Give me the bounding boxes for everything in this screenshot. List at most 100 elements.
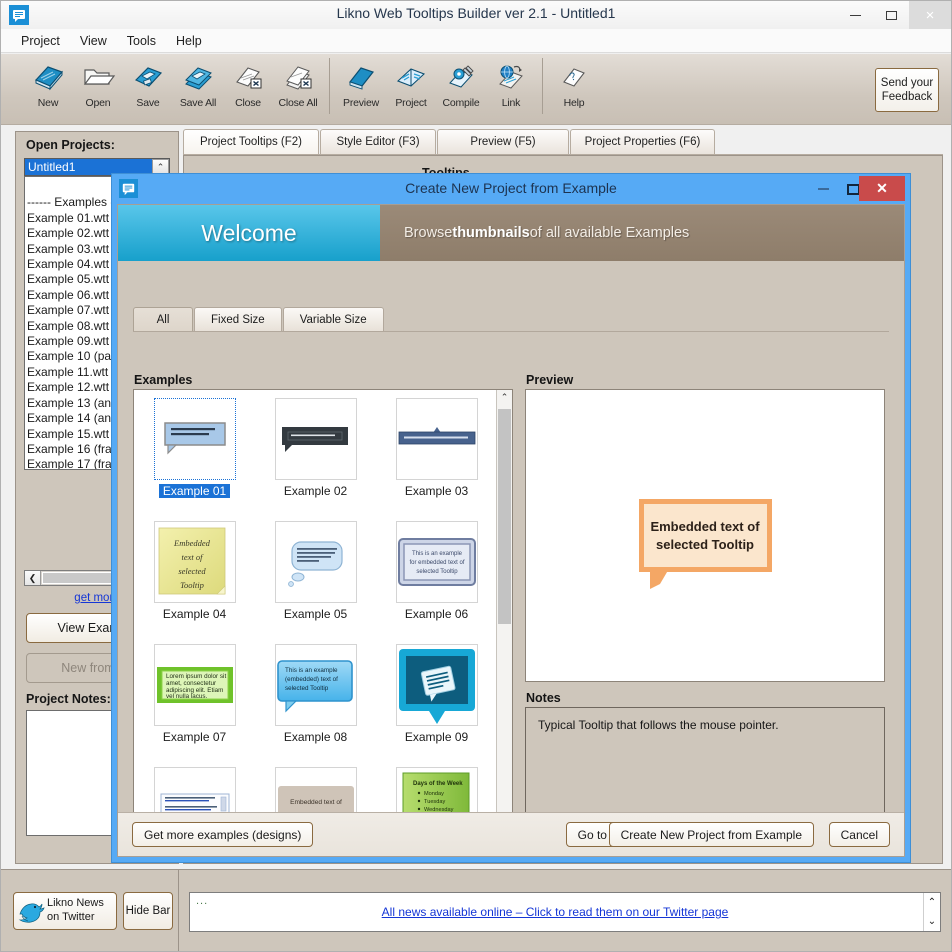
example-name-08[interactable]: Example 08	[284, 730, 347, 744]
dialog-minimize-button[interactable]	[810, 177, 836, 201]
toolbar-new-button[interactable]: New	[25, 58, 71, 109]
dialog-close-button[interactable]: ✕	[859, 176, 905, 201]
toolbar-separator-2	[542, 58, 543, 114]
example-cell-02[interactable]: Example 02	[255, 398, 376, 521]
toolbar-save-button[interactable]: Save	[125, 58, 171, 109]
bottom-news-bar: Likno News on Twitter Hide Bar ... All n…	[1, 869, 951, 951]
dialog-tab-variable-size[interactable]: Variable Size	[282, 307, 384, 332]
toolbar-project-button[interactable]: Project	[388, 58, 434, 109]
dialog-titlebar: Create New Project from Example ✕	[112, 174, 910, 204]
svg-text:amet, consectetur: amet, consectetur	[166, 680, 216, 687]
example-thumbnail-03[interactable]	[395, 398, 478, 480]
example-cell-07[interactable]: Lorem ipsum dolor sit amet, consectetur …	[134, 644, 255, 767]
examples-scroll-thumb[interactable]	[498, 409, 511, 624]
window-close-button[interactable]: ×	[909, 1, 951, 29]
example-name-09[interactable]: Example 09	[405, 730, 468, 744]
example-name-03[interactable]: Example 03	[405, 484, 468, 498]
close-document-icon	[228, 58, 268, 96]
svg-text:selected Tooltip: selected Tooltip	[416, 569, 458, 575]
examples-scrollbar[interactable]: ⌃ ⌄	[496, 390, 512, 833]
likno-news-twitter-button[interactable]: Likno News on Twitter	[13, 892, 117, 930]
scroll-left-icon[interactable]: ❮	[25, 571, 41, 585]
example-cell-05[interactable]: Example 05	[255, 521, 376, 644]
example-cell-06[interactable]: This is an example for embedded text of …	[376, 521, 497, 644]
example-name-05[interactable]: Example 05	[284, 607, 347, 621]
menu-item-view[interactable]: View	[70, 32, 117, 50]
example-name-04[interactable]: Example 04	[163, 607, 226, 621]
toolbar-compile-label: Compile	[442, 97, 480, 109]
svg-text:This is an example: This is an example	[285, 667, 338, 674]
twitter-label-line1: Likno News	[47, 897, 104, 910]
example-name-02[interactable]: Example 02	[284, 484, 347, 498]
menu-item-tools[interactable]: Tools	[117, 32, 166, 50]
svg-text:Embedded: Embedded	[173, 538, 211, 548]
example-thumbnail-06[interactable]: This is an example for embedded text of …	[395, 521, 478, 603]
example-name-01[interactable]: Example 01	[158, 484, 231, 498]
toolbar-help-button[interactable]: ? Help	[551, 58, 597, 109]
example-thumbnail-05[interactable]	[274, 521, 357, 603]
dialog-tab-fixed-size[interactable]: Fixed Size	[194, 307, 282, 332]
toolbar-open-button[interactable]: Open	[75, 58, 121, 109]
toolbar-compile-button[interactable]: Compile	[438, 58, 484, 109]
example-cell-08[interactable]: This is an example (embedded) text of se…	[255, 644, 376, 767]
example-name-07[interactable]: Example 07	[163, 730, 226, 744]
tab-preview[interactable]: Preview (F5)	[437, 129, 569, 154]
feedback-line2: Feedback	[881, 91, 933, 103]
toolbar-close-button[interactable]: Close	[225, 58, 271, 109]
toolbar-help-label: Help	[563, 97, 585, 109]
examples-grid: Example 01 Example 02 Example 03 Embedde…	[134, 390, 497, 833]
svg-text:Tuesday: Tuesday	[424, 799, 445, 805]
tab-style-editor[interactable]: Style Editor (F3)	[320, 129, 436, 154]
twitter-bird-icon	[17, 898, 45, 924]
svg-text:Tooltip: Tooltip	[180, 580, 204, 590]
toolbar-close-all-label: Close All	[278, 97, 318, 109]
window-minimize-button[interactable]	[837, 1, 873, 29]
open-folder-icon	[78, 58, 118, 96]
cancel-button[interactable]: Cancel	[828, 822, 890, 847]
hide-bar-button[interactable]: Hide Bar	[123, 892, 173, 930]
example-cell-03[interactable]: Example 03	[376, 398, 497, 521]
svg-text:Days of the Week: Days of the Week	[413, 781, 463, 787]
toolbar-link-button[interactable]: Link	[488, 58, 534, 109]
svg-text:selected Tooltip: selected Tooltip	[285, 685, 329, 692]
dialog-footer: Get more examples (designs) Go to Exampl…	[118, 812, 904, 856]
window-maximize-button[interactable]	[873, 1, 909, 29]
news-scroll-down-icon[interactable]: ⌄	[928, 916, 936, 927]
examples-scroll-up-icon[interactable]: ⌃	[497, 390, 512, 405]
news-scrollbar[interactable]: ⌃ ⌄	[923, 893, 940, 931]
example-thumbnail-02[interactable]	[274, 398, 357, 480]
toolbar-preview-button[interactable]: Preview	[338, 58, 384, 109]
tab-project-tooltips[interactable]: Project Tooltips (F2)	[183, 129, 319, 154]
window-titlebar: Likno Web Tooltips Builder ver 2.1 - Unt…	[1, 1, 951, 30]
compile-gear-icon	[441, 58, 481, 96]
example-name-06[interactable]: Example 06	[405, 607, 468, 621]
toolbar-save-all-button[interactable]: Save All	[175, 58, 221, 109]
banner-welcome-title: Welcome	[118, 205, 380, 261]
example-cell-09[interactable]: Example 09	[376, 644, 497, 767]
menu-item-help[interactable]: Help	[166, 32, 212, 50]
create-new-project-button[interactable]: Create New Project from Example	[608, 822, 814, 847]
example-thumbnail-09[interactable]	[395, 644, 478, 726]
example-cell-04[interactable]: Embedded text of selected Tooltip Exampl…	[134, 521, 255, 644]
project-notes-label: Project Notes:	[26, 692, 111, 706]
example-thumbnail-04[interactable]: Embedded text of selected Tooltip	[153, 521, 236, 603]
preview-tooltip-line2: selected Tooltip	[656, 536, 754, 552]
svg-text:Embedded text of: Embedded text of	[290, 799, 342, 806]
menu-item-project[interactable]: Project	[11, 32, 70, 50]
open-projects-label: Open Projects:	[26, 138, 115, 152]
svg-text:for embedded text of: for embedded text of	[409, 560, 464, 566]
example-thumbnail-08[interactable]: This is an example (embedded) text of se…	[274, 644, 357, 726]
news-link[interactable]: All news available online – Click to rea…	[190, 905, 920, 919]
get-more-examples-button[interactable]: Get more examples (designs)	[132, 822, 314, 847]
news-scroll-up-icon[interactable]: ⌃	[928, 897, 936, 908]
example-cell-01[interactable]: Example 01	[134, 398, 255, 521]
save-all-icon	[178, 58, 218, 96]
tab-project-properties[interactable]: Project Properties (F6)	[570, 129, 715, 154]
example-thumbnail-01[interactable]	[153, 398, 236, 480]
toolbar-close-all-button[interactable]: Close All	[275, 58, 321, 109]
example-thumbnail-07[interactable]: Lorem ipsum dolor sit amet, consectetur …	[153, 644, 236, 726]
banner-desc-pre: Browse	[404, 225, 453, 241]
dialog-tab-all[interactable]: All	[133, 307, 193, 332]
preview-panel: Embedded text of selected Tooltip	[525, 389, 885, 682]
send-feedback-button[interactable]: Send your Feedback	[875, 68, 939, 112]
